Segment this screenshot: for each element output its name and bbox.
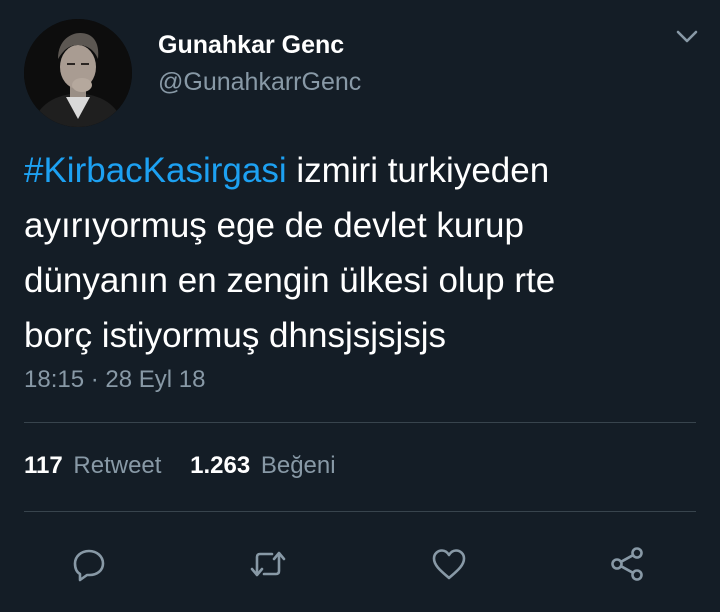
like-count: 1.263 xyxy=(190,452,251,479)
engagement-stats: 117 Retweet 1.263 Beğeni xyxy=(24,452,358,480)
retweet-count: 117 xyxy=(24,452,63,479)
tweet-text-line: dünyanın en zengin ülkesi olup rte xyxy=(24,261,556,300)
tweet-text-line: ayırıyormuş ege de devlet kurup xyxy=(24,206,524,245)
like-count-link[interactable]: 1.263 Beğeni xyxy=(190,452,335,480)
retweet-button[interactable] xyxy=(248,544,288,584)
avatar-photo xyxy=(24,19,132,127)
divider xyxy=(24,422,696,423)
tweet-text-line: borç istiyormuş dhnsjsjsjsjs xyxy=(24,316,447,355)
share-button[interactable] xyxy=(607,544,647,584)
tweet-text: #KirbacKasirgasi izmiri turkiyeden ayırı… xyxy=(24,143,694,363)
chevron-down-icon[interactable] xyxy=(674,26,700,46)
reply-button[interactable] xyxy=(69,544,109,584)
tweet-timestamp[interactable]: 18:15 · 28 Eyl 18 xyxy=(24,366,205,394)
retweet-count-link[interactable]: 117 Retweet xyxy=(24,452,161,480)
share-icon xyxy=(611,547,643,581)
heart-icon xyxy=(432,549,466,580)
author-display-name[interactable]: Gunahkar Genc xyxy=(158,31,344,60)
tweet-text-line: #KirbacKasirgasi izmiri turkiyeden xyxy=(24,143,694,198)
retweet-label: Retweet xyxy=(73,452,162,479)
author-handle[interactable]: @GunahkarrGenc xyxy=(158,68,361,97)
reply-bubble-icon xyxy=(73,549,105,582)
retweet-icon xyxy=(250,551,286,577)
hashtag-link[interactable]: #KirbacKasirgasi xyxy=(24,151,287,190)
tweet-text-segment: izmiri turkiyeden xyxy=(286,151,550,190)
divider xyxy=(24,511,696,512)
like-button[interactable] xyxy=(429,544,469,584)
tweet-card: Gunahkar Genc @GunahkarrGenc #KirbacKasi… xyxy=(0,0,720,612)
avatar[interactable] xyxy=(24,19,132,127)
like-label: Beğeni xyxy=(260,452,336,479)
